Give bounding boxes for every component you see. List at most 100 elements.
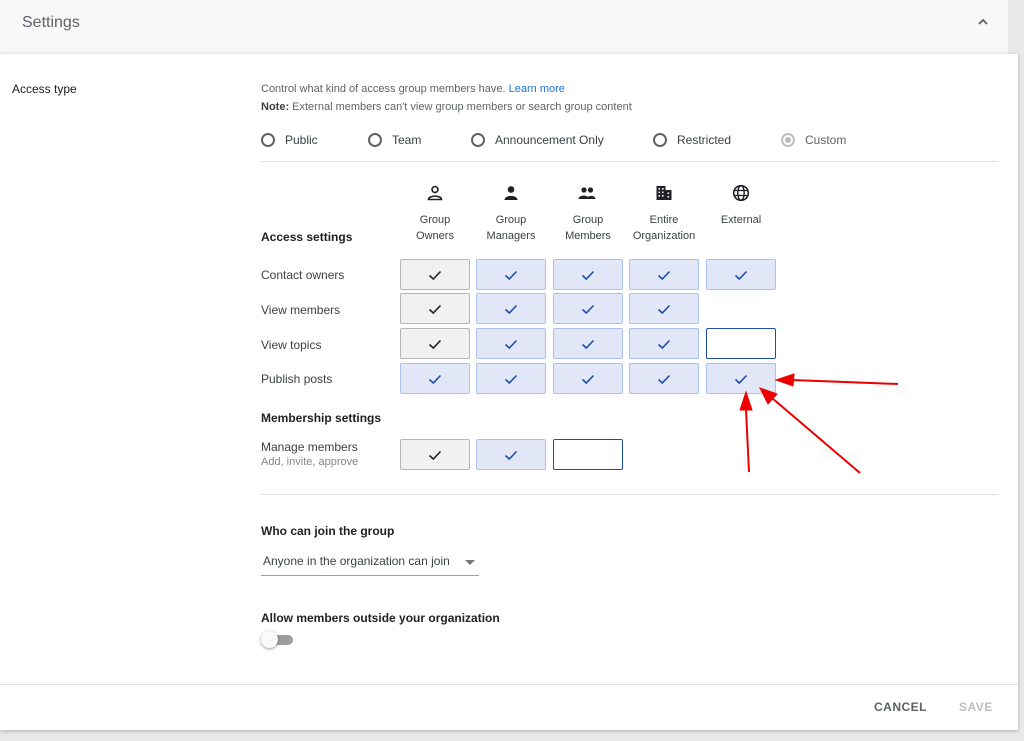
access-settings-heading: Access settings [261, 230, 353, 244]
cancel-button[interactable]: CANCEL [874, 700, 927, 714]
allow-outside-toggle[interactable] [261, 631, 295, 649]
column-label-line1: Group [572, 214, 604, 226]
publish-posts-organization-cell[interactable] [629, 363, 699, 394]
radio-team-label: Team [392, 133, 422, 147]
divider [261, 494, 998, 495]
radio-public[interactable]: Public [261, 131, 318, 149]
view-members-owners-cell[interactable] [400, 293, 470, 324]
row-label-publish-posts: Publish posts [261, 372, 333, 386]
save-button[interactable]: SAVE [959, 700, 993, 714]
row-label-view-members: View members [261, 303, 341, 317]
allow-outside-heading: Allow members outside your organization [261, 611, 500, 625]
header-edge [0, 46, 1008, 54]
access-type-label: Access type [12, 82, 77, 96]
radio-team[interactable]: Team [368, 131, 421, 149]
column-header-external: External [701, 212, 781, 228]
manage-members-managers-cell[interactable] [476, 439, 546, 470]
footer-divider [0, 684, 1018, 685]
radio-circle [368, 133, 382, 147]
row-sublabel-manage-members: Add, invite, approve [261, 456, 359, 468]
checkmark-icon [657, 304, 671, 314]
checkmark-icon [657, 270, 671, 280]
radio-custom-label: Custom [805, 133, 847, 147]
who-can-join-heading: Who can join the group [261, 524, 395, 538]
settings-header[interactable]: Settings [0, 0, 1008, 47]
column-header-organization: Entire Organization [624, 212, 704, 244]
contact-owners-organization-cell[interactable] [629, 259, 699, 290]
learn-more-link[interactable]: Learn more [509, 83, 565, 95]
column-header-managers: Group Managers [471, 212, 551, 244]
manage-members-members-cell[interactable] [553, 439, 623, 470]
checkmark-icon [504, 304, 518, 314]
column-label-line1: Group [419, 214, 451, 226]
manage-members-owners-cell[interactable] [400, 439, 470, 470]
column-label-line2: Organization [632, 230, 696, 242]
radio-announcement-only[interactable]: Announcement Only [471, 131, 604, 149]
dropdown-caret-icon [465, 560, 475, 565]
checkmark-icon [581, 304, 595, 314]
who-can-join-dropdown[interactable]: Anyone in the organization can join [261, 549, 479, 576]
row-label-view-topics: View topics [261, 338, 322, 352]
view-topics-members-cell[interactable] [553, 328, 623, 359]
checkmark-icon [581, 270, 595, 280]
checkmark-icon [428, 450, 442, 460]
radio-custom[interactable]: Custom [781, 131, 846, 149]
contact-owners-owners-cell[interactable] [400, 259, 470, 290]
radio-public-label: Public [285, 133, 318, 147]
view-topics-managers-cell[interactable] [476, 328, 546, 359]
checkmark-icon [657, 339, 671, 349]
checkmark-icon [581, 339, 595, 349]
column-label-line2: Managers [486, 230, 536, 242]
settings-title: Settings [22, 14, 80, 31]
column-label-line2: Members [565, 230, 611, 242]
access-description: Control what kind of access group member… [261, 83, 565, 95]
view-members-managers-cell[interactable] [476, 293, 546, 324]
radio-announcement-label: Announcement Only [495, 133, 604, 147]
column-header-members: Group Members [548, 212, 628, 244]
checkmark-icon [428, 304, 442, 314]
radio-restricted[interactable]: Restricted [653, 131, 731, 149]
building-icon [655, 184, 673, 207]
access-note: Note: External members can't view group … [261, 101, 632, 113]
column-label-line1: Entire [649, 214, 679, 226]
contact-owners-members-cell[interactable] [553, 259, 623, 290]
publish-posts-managers-cell[interactable] [476, 363, 546, 394]
checkmark-icon [428, 270, 442, 280]
column-header-owners: Group Owners [395, 212, 475, 244]
checkmark-icon [504, 450, 518, 460]
who-can-join-value: Anyone in the organization can join [263, 554, 450, 568]
people-icon [578, 184, 596, 207]
view-members-members-cell[interactable] [553, 293, 623, 324]
view-members-organization-cell[interactable] [629, 293, 699, 324]
checkmark-icon [428, 374, 442, 384]
toggle-knob [261, 631, 278, 648]
checkmark-icon [657, 374, 671, 384]
checkmark-icon [504, 339, 518, 349]
row-label-manage-members: Manage members [261, 440, 358, 454]
column-label-line1: External [720, 214, 762, 226]
access-description-text: Control what kind of access group member… [261, 83, 506, 95]
settings-panel: Access type Control what kind of access … [0, 54, 1018, 730]
publish-posts-members-cell[interactable] [553, 363, 623, 394]
publish-posts-external-cell[interactable] [706, 363, 776, 394]
checkmark-icon [734, 270, 748, 280]
view-topics-owners-cell[interactable] [400, 328, 470, 359]
view-topics-organization-cell[interactable] [629, 328, 699, 359]
divider [261, 161, 998, 162]
publish-posts-owners-cell[interactable] [400, 363, 470, 394]
radio-circle [653, 133, 667, 147]
row-label-contact-owners: Contact owners [261, 268, 345, 282]
note-prefix: Note: [261, 101, 290, 113]
chevron-up-icon[interactable] [976, 15, 990, 29]
view-topics-external-cell[interactable] [706, 328, 776, 359]
radio-circle [261, 133, 275, 147]
checkmark-icon [504, 374, 518, 384]
contact-owners-external-cell[interactable] [706, 259, 776, 290]
checkmark-icon [734, 374, 748, 384]
note-text: External members can't view group member… [289, 101, 632, 113]
checkmark-icon [428, 339, 442, 349]
person-icon [502, 184, 520, 207]
checkmark-icon [581, 374, 595, 384]
column-label-line2: Owners [416, 230, 454, 242]
contact-owners-managers-cell[interactable] [476, 259, 546, 290]
